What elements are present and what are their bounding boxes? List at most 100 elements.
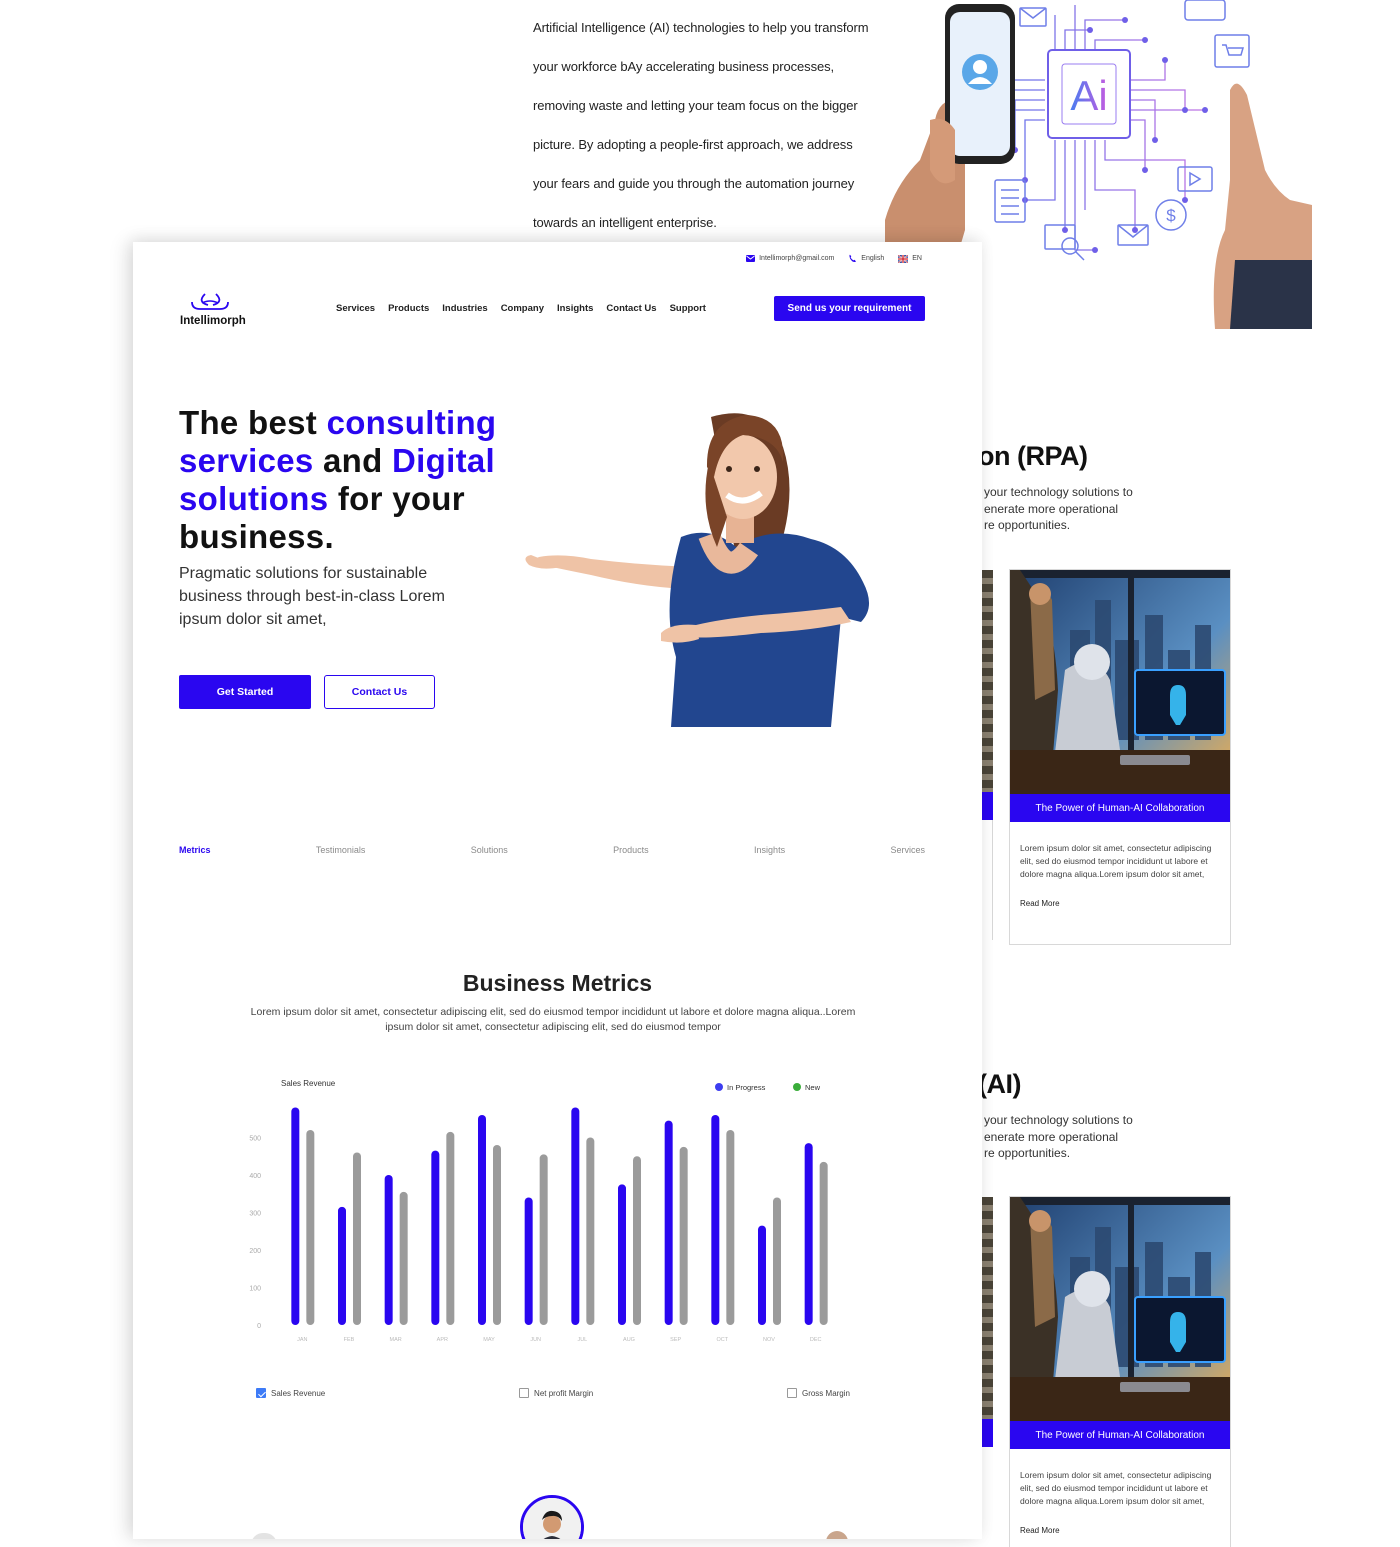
intellimorph-logo-mark bbox=[191, 293, 229, 310]
ai-intro-paragraph: Artificial Intelligence (AI) technologie… bbox=[533, 8, 873, 242]
locale-text: EN bbox=[912, 255, 922, 262]
bar-in-progress-apr bbox=[431, 1150, 440, 1325]
checkbox-icon[interactable] bbox=[519, 1388, 530, 1398]
toggle-label: Gross Margin bbox=[801, 1388, 850, 1398]
homepage-window: Intellimorph@gmail.com English EN Intell… bbox=[133, 242, 982, 1539]
x-tick-label: APR bbox=[437, 1337, 448, 1343]
tab-solutions[interactable]: Solutions bbox=[471, 845, 508, 855]
rpa-heading: on (RPA) bbox=[978, 441, 1088, 471]
description-line: re opportunities. bbox=[984, 518, 1071, 532]
bar-in-progress-nov bbox=[758, 1225, 766, 1325]
sales-revenue-chart: Sales Revenue In Progress New 0 100 200 300… bbox=[249, 1079, 828, 1343]
hero-title-part: and bbox=[313, 442, 393, 479]
bar-new-mar bbox=[399, 1191, 408, 1325]
tab-services[interactable]: Services bbox=[890, 845, 925, 855]
toggle-sales-revenue[interactable]: Sales Revenue bbox=[256, 1388, 325, 1398]
brand-name: Intellimorph bbox=[180, 315, 246, 327]
tab-products[interactable]: Products bbox=[613, 845, 649, 855]
nav-item-company[interactable]: Company bbox=[501, 303, 544, 314]
human-ai-image bbox=[1010, 570, 1230, 794]
svg-text:$: $ bbox=[1166, 206, 1176, 225]
toggle-label: Sales Revenue bbox=[271, 1388, 326, 1398]
metrics-title: Business Metrics bbox=[462, 970, 653, 996]
read-more-link[interactable]: Read More bbox=[1020, 1524, 1220, 1537]
testimonial-avatar-left[interactable] bbox=[251, 1533, 277, 1539]
bar-new-dec bbox=[819, 1161, 828, 1325]
testimonial-avatar[interactable] bbox=[520, 1495, 584, 1539]
bar-new-may bbox=[493, 1145, 501, 1325]
email-contact[interactable]: Intellimorph@gmail.com bbox=[746, 255, 834, 262]
contact-us-button[interactable]: Contact Us bbox=[324, 675, 435, 709]
x-tick-label: FEB bbox=[344, 1337, 355, 1343]
article-card[interactable]: The Power of Human-AI Collaboration Lore… bbox=[1009, 569, 1231, 945]
y-tick-label: 200 bbox=[249, 1248, 261, 1255]
bar-in-progress-mar bbox=[384, 1175, 393, 1325]
tab-metrics[interactable]: Metrics bbox=[179, 845, 211, 855]
brand-logo[interactable]: Intellimorph bbox=[180, 292, 250, 327]
legend-dot-in-progress bbox=[715, 1083, 723, 1091]
legend-dot-new bbox=[793, 1083, 801, 1091]
toggle-gross-margin[interactable]: Gross Margin bbox=[786, 1388, 850, 1398]
bar-in-progress-feb bbox=[338, 1206, 346, 1325]
paragraph-line: towards an intelligent enterprise. bbox=[533, 215, 717, 230]
bar-new-jul bbox=[586, 1137, 595, 1325]
main-navigation: Services Products Industries Company Ins… bbox=[336, 303, 706, 314]
legend-label: In Progress bbox=[727, 1083, 766, 1092]
card-caption: The Power of Human-AI Collaboration bbox=[1010, 794, 1230, 822]
ai-description: your technology solutions to enerate mor… bbox=[984, 1112, 1133, 1162]
ai-heading: (AI) bbox=[978, 1069, 1021, 1099]
tab-testimonials[interactable]: Testimonials bbox=[316, 845, 366, 855]
get-started-button[interactable]: Get Started bbox=[179, 675, 311, 709]
x-tick-label: SEP bbox=[670, 1337, 681, 1343]
card-text: Lorem ipsum dolor sit amet, consectetur … bbox=[1020, 1470, 1212, 1506]
bar-in-progress-dec bbox=[804, 1143, 813, 1325]
chart-title: Sales Revenue bbox=[281, 1079, 336, 1088]
nav-item-industries[interactable]: Industries bbox=[442, 303, 487, 314]
robot-office-illustration bbox=[1010, 570, 1230, 794]
paragraph-line: your workforce bAy accelerating business… bbox=[533, 59, 835, 74]
checkbox-icon[interactable] bbox=[786, 1388, 797, 1398]
metrics-description: Lorem ipsum dolor sit amet, consectetur … bbox=[250, 1006, 856, 1033]
nav-item-services[interactable]: Services bbox=[336, 303, 375, 314]
x-tick-label: JUL bbox=[577, 1337, 587, 1343]
nav-item-insights[interactable]: Insights bbox=[557, 303, 593, 314]
send-requirement-button[interactable]: Send us your requirement bbox=[774, 296, 925, 321]
robot-office-illustration bbox=[1010, 1197, 1230, 1421]
woman-presenting-illustration bbox=[525, 413, 870, 727]
x-tick-label: DEC bbox=[810, 1337, 822, 1343]
paragraph-line: your fears and guide you through the aut… bbox=[533, 176, 855, 191]
tab-insights[interactable]: Insights bbox=[754, 845, 785, 855]
x-tick-label: NOV bbox=[763, 1337, 775, 1343]
card-body: Lorem ipsum dolor sit amet, consectetur … bbox=[1010, 1449, 1230, 1537]
section-tabs: Metrics Testimonials Solutions Products … bbox=[179, 845, 925, 855]
checkbox-checked-icon[interactable] bbox=[256, 1388, 266, 1398]
bar-in-progress-jun bbox=[524, 1197, 533, 1325]
nav-item-products[interactable]: Products bbox=[388, 303, 429, 314]
bar-in-progress-oct bbox=[711, 1115, 720, 1325]
testimonial-avatar-right[interactable] bbox=[826, 1531, 848, 1539]
y-tick-label: 400 bbox=[249, 1173, 261, 1180]
description-line: enerate more operational bbox=[984, 1129, 1119, 1144]
legend-label: New bbox=[805, 1083, 821, 1092]
uk-flag-icon bbox=[898, 254, 909, 263]
description-line: your technology solutions to bbox=[984, 1113, 1133, 1127]
hero-title-part: The best bbox=[179, 404, 327, 441]
read-more-link[interactable]: Read More bbox=[1020, 897, 1220, 910]
x-tick-label: MAY bbox=[483, 1337, 495, 1343]
chart-metric-toggles: Sales Revenue Net profit Margin Gross Ma… bbox=[256, 1388, 850, 1398]
nav-item-support[interactable]: Support bbox=[670, 303, 706, 314]
bar-new-sep bbox=[679, 1146, 688, 1325]
hero-subtitle: Pragmatic solutions for sustainable busi… bbox=[179, 565, 445, 628]
x-tick-label: JAN bbox=[297, 1337, 307, 1343]
description-line: re opportunities. bbox=[984, 1146, 1071, 1160]
nav-item-contact-us[interactable]: Contact Us bbox=[606, 303, 656, 314]
toggle-net-profit-margin[interactable]: Net profit Margin bbox=[519, 1388, 593, 1398]
card-body: Lorem ipsum dolor sit amet, consectetur … bbox=[1010, 822, 1230, 910]
mail-icon bbox=[746, 255, 756, 262]
bar-new-oct bbox=[726, 1130, 735, 1325]
y-tick-label: 100 bbox=[249, 1286, 261, 1293]
language-selector[interactable]: English bbox=[848, 254, 884, 263]
locale-selector[interactable]: EN bbox=[898, 254, 922, 263]
article-card[interactable]: The Power of Human-AI Collaboration Lore… bbox=[1009, 1196, 1231, 1547]
bar-new-apr bbox=[446, 1131, 455, 1325]
